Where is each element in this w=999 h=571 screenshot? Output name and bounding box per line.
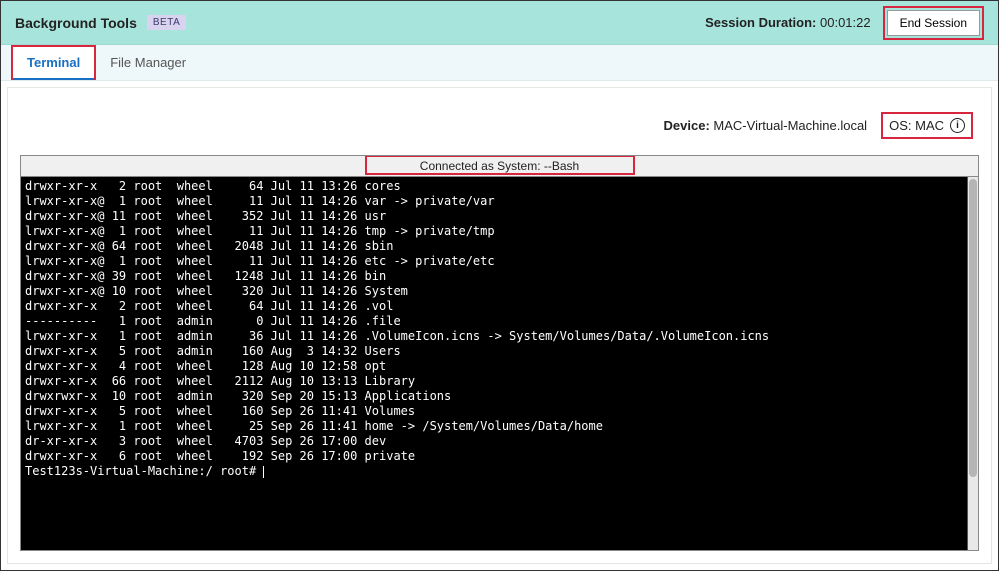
end-session-button[interactable]: End Session [887, 10, 980, 36]
terminal-output[interactable]: drwxr-xr-x 2 root wheel 64 Jul 11 13:26 … [21, 177, 967, 550]
terminal-status-text: Connected as System: --Bash [420, 159, 579, 173]
scrollbar-thumb[interactable] [969, 179, 977, 477]
terminal-prompt[interactable]: Test123s-Virtual-Machine:/ root# [25, 464, 263, 478]
content-panel: Device: MAC-Virtual-Machine.local OS: MA… [7, 87, 992, 564]
tab-terminal[interactable]: Terminal [13, 47, 94, 80]
highlight-box: End Session [883, 6, 984, 40]
os-value: MAC [915, 118, 944, 133]
highlight-box: Terminal [11, 45, 96, 80]
device-info-row: Device: MAC-Virtual-Machine.local OS: MA… [20, 98, 979, 155]
highlight-box: OS: MAC i [881, 112, 973, 139]
session-duration-value: 00:01:22 [820, 15, 871, 30]
terminal-status-bar: Connected as System: --Bash [21, 156, 978, 177]
tab-file-manager[interactable]: File Manager [96, 47, 200, 80]
info-icon[interactable]: i [950, 118, 965, 133]
device-label: Device: [664, 118, 710, 133]
session-duration-label: Session Duration: [705, 15, 816, 30]
header-bar: Background Tools BETA Session Duration: … [1, 1, 998, 45]
cursor-icon [263, 466, 264, 478]
tab-bar: Terminal File Manager [1, 45, 998, 81]
beta-badge: BETA [147, 15, 186, 30]
os-label: OS: [889, 118, 911, 133]
device-name: MAC-Virtual-Machine.local [713, 118, 867, 133]
scrollbar[interactable] [967, 177, 978, 550]
app-title: Background Tools [15, 15, 137, 31]
terminal-frame: Connected as System: --Bash drwxr-xr-x 2… [20, 155, 979, 551]
